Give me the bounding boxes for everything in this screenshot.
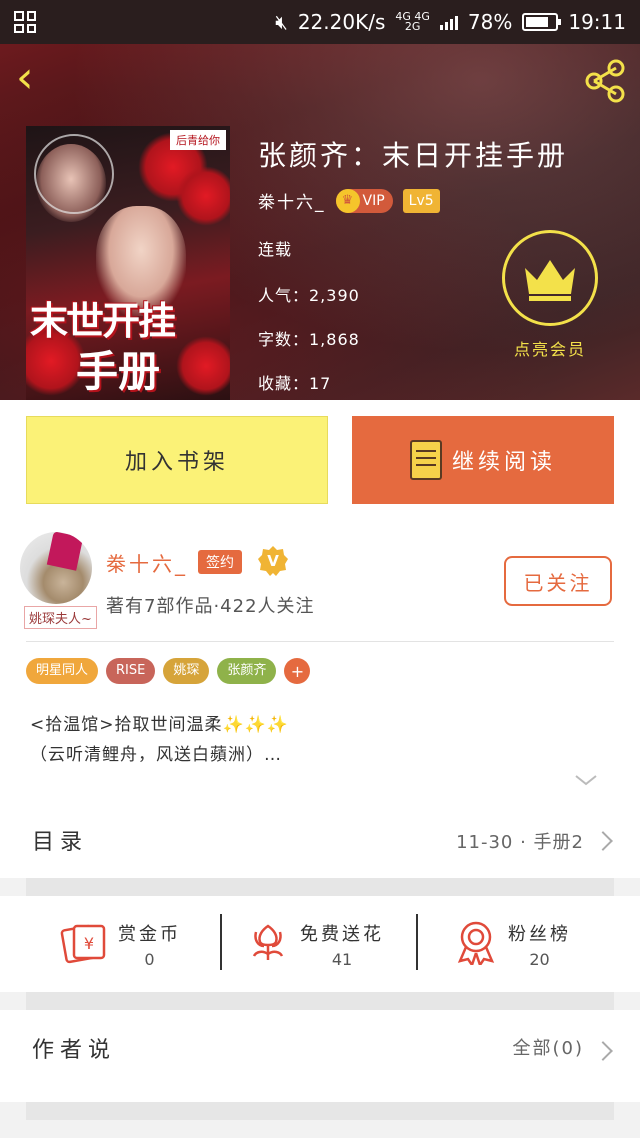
favorites-count: 收藏：17 xyxy=(258,374,332,393)
continue-reading-button[interactable]: 继续阅读 xyxy=(352,416,614,504)
battery-icon xyxy=(522,13,562,31)
follow-button[interactable]: 已关注 xyxy=(504,556,612,606)
avatar[interactable] xyxy=(20,532,92,604)
stat-label: 赏金币 xyxy=(118,923,181,945)
member-label: 点亮会员 xyxy=(513,340,586,359)
tag-list: 明星同人 RISE 姚琛 张颜齐 + xyxy=(26,658,311,684)
cover-tag: 后青给你 xyxy=(170,130,226,150)
author-line: 桊十六_ ♛ VIP Lv5 xyxy=(258,188,440,213)
chevron-right-icon xyxy=(593,831,613,851)
book-cover[interactable]: 后青给你 末世开挂 手册 xyxy=(26,126,230,400)
stat-label: 粉丝榜 xyxy=(508,923,571,945)
author-name[interactable]: 桊十六_ xyxy=(258,188,326,213)
book-title: 张颜齐：末日开挂手册 xyxy=(258,139,569,172)
toc-label: 目录 xyxy=(32,830,89,855)
divider xyxy=(220,914,222,970)
tags-intro-section: 明星同人 RISE 姚琛 张颜齐 + <拾温馆>拾取世间温柔✨✨✨ （云听清鲤舟… xyxy=(0,642,640,802)
author-stats: 著有7部作品·422人关注 xyxy=(106,596,315,617)
share-icon[interactable] xyxy=(582,58,628,104)
avatar-caption: 姚琛夫人~ xyxy=(24,606,97,629)
signed-badge: 签约 xyxy=(198,550,242,574)
network-type-icon: 4G 4G 2G xyxy=(395,10,430,33)
network-speed: 22.20K/s xyxy=(297,10,386,34)
action-bar: 加入书架 继续阅读 xyxy=(0,400,640,518)
stat-value: 20 xyxy=(529,949,550,969)
battery-percent: 78% xyxy=(467,10,513,34)
section-gap xyxy=(26,992,614,1010)
tag-item[interactable]: 姚琛 xyxy=(163,658,210,684)
add-to-shelf-button[interactable]: 加入书架 xyxy=(26,416,328,504)
add-tag-button[interactable]: + xyxy=(284,658,311,684)
section-gap xyxy=(26,878,614,896)
svg-text:V: V xyxy=(267,552,279,570)
author-says-row[interactable]: 作者说 全部(0) xyxy=(0,1010,640,1102)
level-badge: Lv5 xyxy=(402,188,440,213)
table-of-contents-row[interactable]: 目录 11-30 · 手册2 xyxy=(0,802,640,878)
book-header: ‹ 后青给你 末世开挂 手册 张颜齐：末日开挂手册 桊十六_ ♛ VIP Lv5… xyxy=(0,44,640,400)
bubble-decoration xyxy=(34,134,114,214)
back-icon[interactable]: ‹ xyxy=(16,56,56,100)
crown-icon xyxy=(502,230,598,326)
svg-text:¥: ¥ xyxy=(84,934,94,953)
author-section: 姚琛夫人~ 桊十六_ 签约 V 著有7部作品·422人关注 已关注 xyxy=(0,518,640,642)
section-gap xyxy=(26,1102,614,1120)
clock: 19:11 xyxy=(568,10,626,34)
status-bar: 🔇︎ 22.20K/s 4G 4G 2G 78% 19:11 xyxy=(0,0,640,44)
tag-item[interactable]: RISE xyxy=(106,658,156,684)
medal-icon xyxy=(454,919,498,969)
author-name[interactable]: 桊十六_ xyxy=(106,548,188,577)
book-icon xyxy=(409,440,442,480)
author-says-count: 全部(0) xyxy=(512,1038,584,1059)
app-grid-icon xyxy=(14,11,36,33)
vip-badge: ♛ VIP xyxy=(335,188,393,213)
cover-title: 末世开挂 xyxy=(30,298,176,343)
verified-icon: V xyxy=(256,544,290,578)
stat-value: 0 xyxy=(144,949,155,969)
toc-latest-chapter: 11-30 · 手册2 xyxy=(456,832,584,853)
mute-icon: 🔇︎ xyxy=(275,10,288,34)
crown-icon: ♛ xyxy=(335,188,360,213)
divider xyxy=(416,914,418,970)
chevron-down-icon[interactable] xyxy=(572,770,600,790)
fan-ranking-button[interactable]: 粉丝榜 20 xyxy=(454,914,571,974)
book-intro[interactable]: <拾温馆>拾取世间温柔✨✨✨ （云听清鲤舟，风送白蘋洲）… xyxy=(30,710,610,770)
red-envelope-icon: ¥ xyxy=(60,920,108,968)
stat-label: 免费送花 xyxy=(300,923,384,945)
signal-icon xyxy=(439,14,458,30)
cover-title-2: 手册 xyxy=(76,347,161,396)
stats-row: ¥ 赏金币 0 免费送花 41 粉丝榜 20 xyxy=(0,896,640,992)
free-flower-button[interactable]: 免费送花 41 xyxy=(246,914,384,974)
tag-item[interactable]: 明星同人 xyxy=(26,658,99,684)
word-count: 字数：1,868 xyxy=(258,330,360,349)
stat-value: 41 xyxy=(331,949,353,969)
author-says-label: 作者说 xyxy=(32,1038,117,1063)
serial-status: 连载 xyxy=(258,240,293,259)
member-button[interactable]: 点亮会员 xyxy=(500,230,600,360)
tag-item[interactable]: 张颜齐 xyxy=(217,658,277,684)
flower-icon xyxy=(246,920,290,968)
reward-coins-button[interactable]: ¥ 赏金币 0 xyxy=(60,914,181,974)
popularity: 人气：2,390 xyxy=(258,286,360,305)
chevron-right-icon xyxy=(593,1041,613,1061)
